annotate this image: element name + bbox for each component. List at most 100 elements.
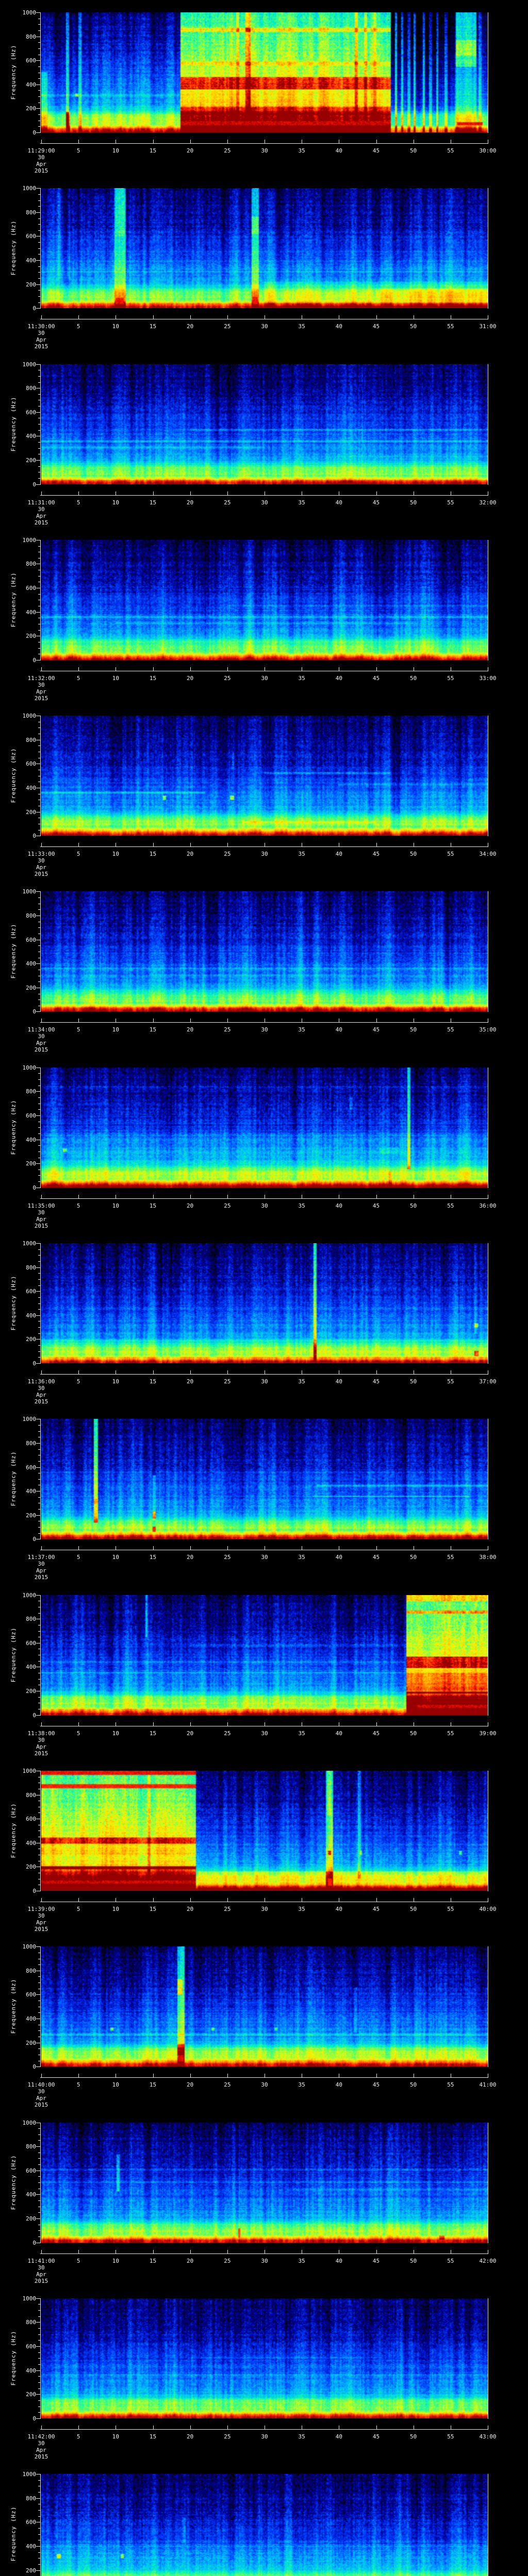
start-time-label: 11:31:00: [27, 499, 55, 506]
y-tick-label: 0: [32, 481, 36, 488]
x-tick-label: 40: [335, 1026, 342, 1033]
y-tick-label: 800: [26, 561, 36, 568]
end-time-label: 43:00: [479, 2433, 497, 2440]
date-year: 2015: [34, 2277, 48, 2284]
x-tick-label: 55: [447, 147, 454, 154]
y-axis-line: [40, 539, 41, 660]
y-tick-label: 1000: [22, 2119, 37, 2126]
y-minor-tick: [38, 1425, 40, 1426]
end-time-label: 31:00: [479, 323, 497, 330]
x-tick-label: 35: [298, 1554, 305, 1561]
y-minor-tick: [38, 546, 40, 547]
x-tick-label: 10: [112, 147, 119, 154]
y-tick-label: 600: [26, 409, 36, 416]
y-major-tick: [36, 308, 40, 309]
y-axis-line: [40, 2298, 41, 2419]
y-major-tick: [36, 1115, 40, 1116]
x-major-tick: [41, 1370, 42, 1375]
x-major-tick: [190, 843, 191, 847]
x-major-tick: [376, 315, 377, 319]
x-tick-label: 25: [224, 1026, 231, 1033]
spectrogram-image: [41, 1067, 488, 1188]
y-tick-label: 600: [26, 233, 36, 240]
y-major-tick: [36, 1946, 40, 1947]
y-axis-title: Frequency (Hz): [10, 748, 17, 803]
y-axis-title: Frequency (Hz): [10, 1978, 17, 2034]
y-axis-line: [40, 364, 41, 485]
x-tick-label: 35: [298, 1202, 305, 1209]
y-minor-tick: [38, 1449, 40, 1450]
y-tick-label: 800: [26, 385, 36, 392]
start-time-label: 11:42:00: [27, 2433, 55, 2440]
x-tick-label: 50: [410, 147, 417, 154]
x-tick-label: 45: [372, 1378, 380, 1385]
spectrogram-panel: Frequency (Hz) 1000 800 600 400 200 0 5 10 15 20 2…: [0, 2110, 528, 2286]
y-minor-tick: [38, 630, 40, 631]
x-tick-label: 15: [149, 2257, 157, 2264]
x-major-tick: [190, 1370, 191, 1375]
x-tick-label: 25: [224, 2257, 231, 2264]
x-tick-label: 5: [76, 1554, 80, 1561]
end-time-label: 36:00: [479, 1202, 497, 1209]
y-minor-tick: [38, 1079, 40, 1080]
start-time-label: 11:29:00: [27, 147, 55, 154]
y-tick-label: 600: [26, 1464, 36, 1471]
x-tick-label: 25: [224, 1378, 231, 1385]
y-major-tick: [36, 132, 40, 133]
y-tick-label: 0: [32, 2063, 36, 2071]
y-minor-tick: [38, 2140, 40, 2141]
x-major-tick: [227, 1019, 228, 1023]
y-minor-tick: [38, 2552, 40, 2553]
date-month: Apr: [36, 2446, 46, 2453]
y-major-tick: [36, 1994, 40, 1995]
date-day: 30: [38, 1385, 45, 1392]
x-tick-label: 40: [335, 1905, 342, 1912]
x-major-tick: [190, 667, 191, 671]
y-minor-tick: [38, 1097, 40, 1098]
y-major-tick: [36, 1491, 40, 1492]
y-major-tick: [36, 2474, 40, 2475]
x-tick-label: 35: [298, 674, 305, 682]
x-major-tick: [227, 1370, 228, 1375]
x-tick-label: 40: [335, 674, 342, 682]
y-tick-label: 0: [32, 833, 36, 840]
x-major-tick: [153, 843, 154, 847]
y-axis-line: [40, 1946, 41, 2067]
y-minor-tick: [38, 78, 40, 79]
y-major-tick: [36, 2218, 40, 2219]
y-tick-label: 1000: [22, 888, 37, 895]
x-tick-label: 25: [224, 323, 231, 330]
spectrogram-image: [41, 539, 488, 660]
x-tick-label: 55: [447, 1378, 454, 1385]
y-minor-tick: [38, 2534, 40, 2535]
y-axis-title: Frequency (Hz): [10, 1099, 17, 1155]
y-major-tick: [36, 2146, 40, 2147]
x-major-tick: [41, 491, 42, 495]
y-axis-title: Frequency (Hz): [10, 1275, 17, 1331]
x-tick-label: 40: [335, 1554, 342, 1561]
x-major-tick: [376, 1722, 377, 1726]
x-tick-label: 35: [298, 2433, 305, 2440]
start-time-label: 11:38:00: [27, 1730, 55, 1737]
x-tick-label: 55: [447, 2081, 454, 2089]
y-minor-tick: [38, 2012, 40, 2013]
y-minor-tick: [38, 1345, 40, 1346]
x-tick-label: 30: [261, 2081, 268, 2089]
y-minor-tick: [38, 24, 40, 25]
y-minor-tick: [38, 2376, 40, 2377]
y-major-tick: [36, 2298, 40, 2299]
y-minor-tick: [38, 648, 40, 649]
y-minor-tick: [38, 1533, 40, 1534]
date-day: 30: [38, 1912, 45, 1919]
x-major-tick: [41, 843, 42, 847]
x-tick-label: 55: [447, 499, 454, 506]
y-major-tick: [36, 484, 40, 485]
y-major-tick: [36, 108, 40, 109]
y-major-tick: [36, 412, 40, 413]
date-year: 2015: [34, 1222, 48, 1229]
x-tick-label: 45: [372, 1026, 380, 1033]
y-minor-tick: [38, 2352, 40, 2353]
date-month: Apr: [36, 512, 46, 519]
y-minor-tick: [38, 42, 40, 43]
y-major-tick: [36, 2322, 40, 2323]
